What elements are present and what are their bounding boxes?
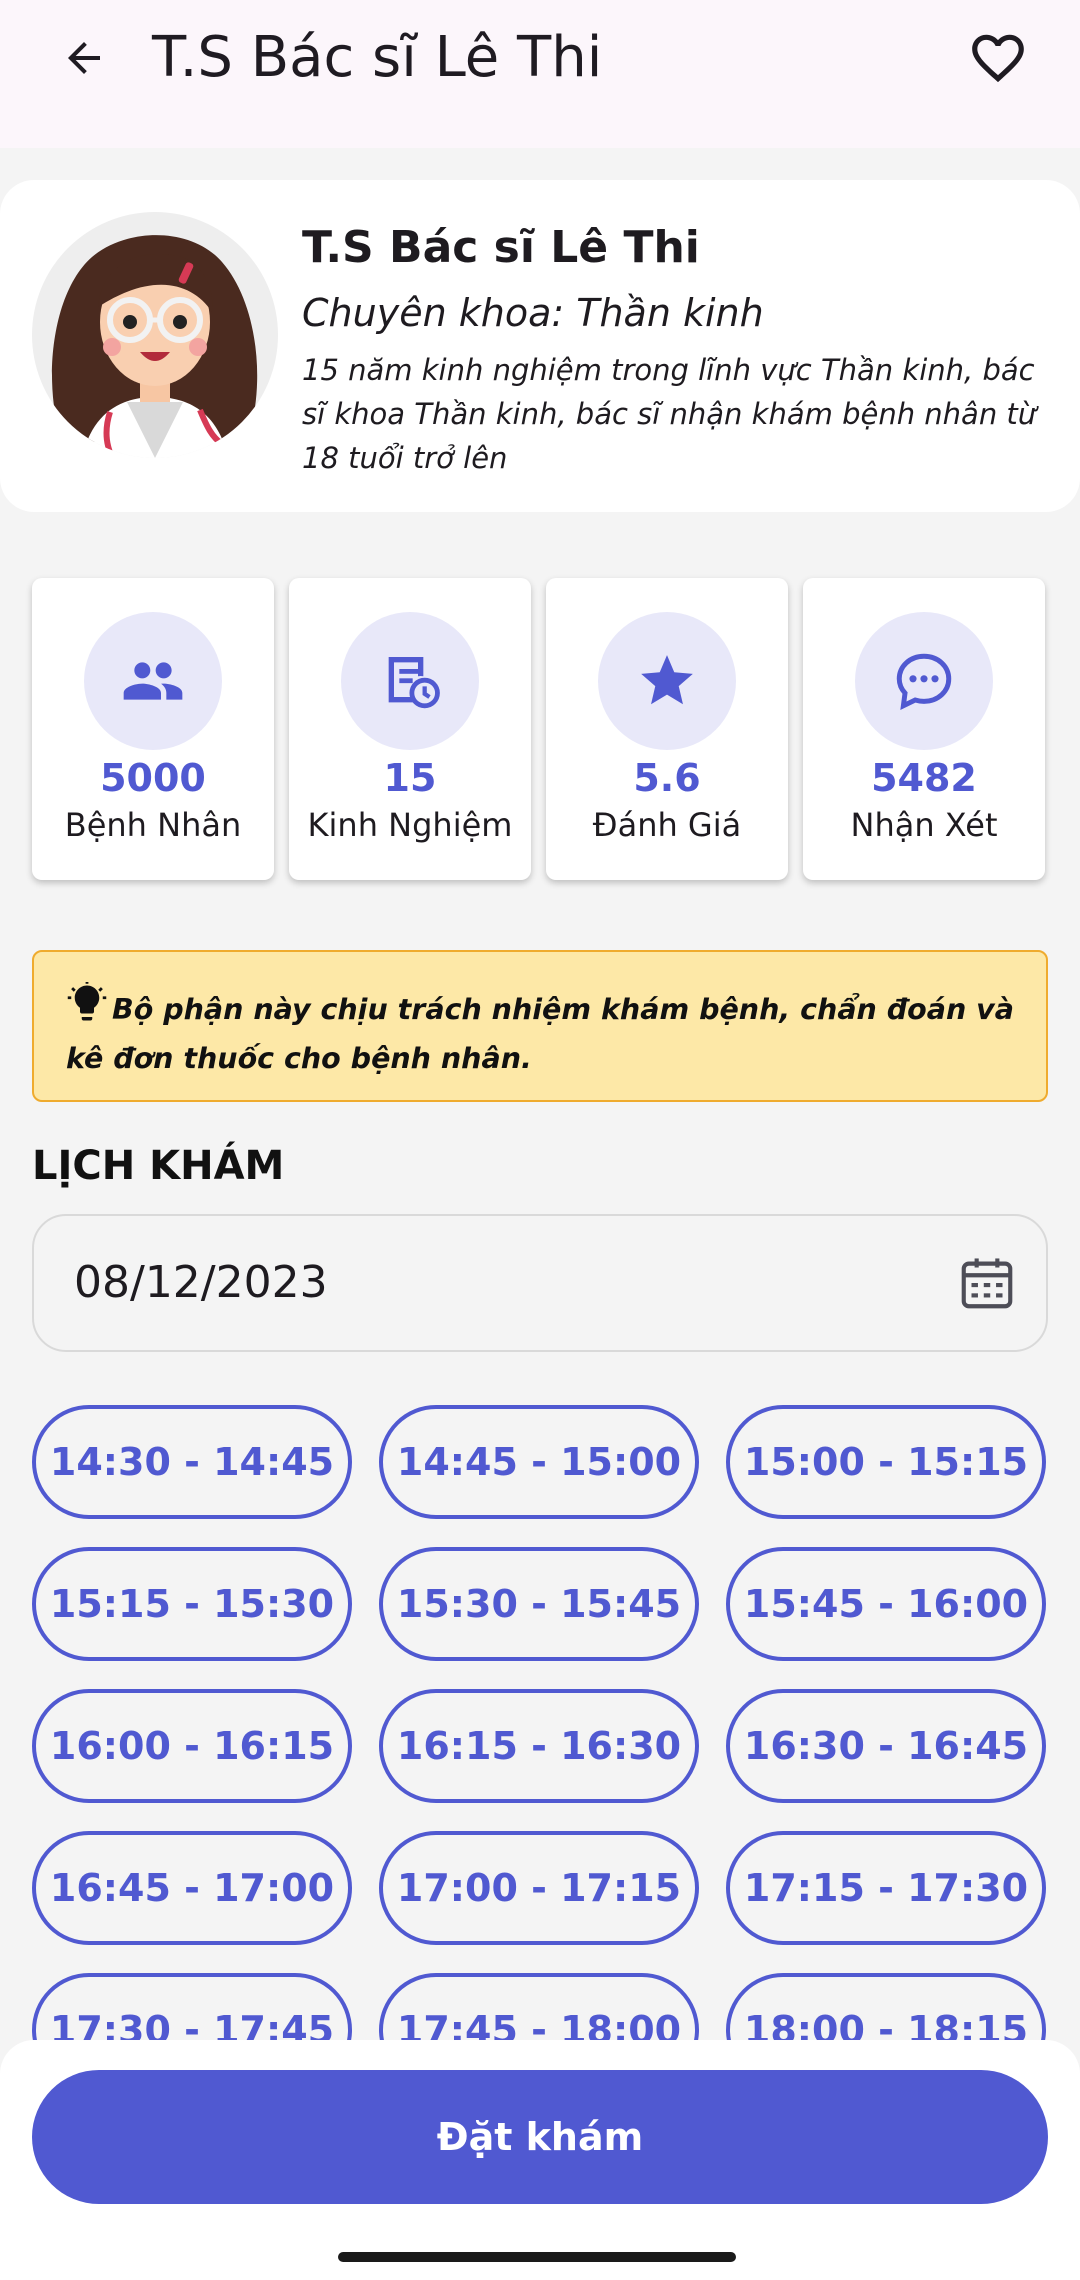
time-slot[interactable]: 15:15 - 15:30 xyxy=(32,1547,352,1661)
stat-card-experience: 15 Kinh Nghiệm xyxy=(289,578,531,880)
time-slot[interactable]: 17:00 - 17:15 xyxy=(379,1831,699,1945)
time-slot-grid: 14:30 - 14:45 14:45 - 15:00 15:00 - 15:1… xyxy=(0,1400,1080,2040)
lightbulb-icon xyxy=(66,982,108,1037)
info-note: Bộ phận này chịu trách nhiệm khám bệnh, … xyxy=(32,950,1048,1102)
arrow-left-icon xyxy=(68,42,100,74)
stat-value: 5000 xyxy=(100,756,206,800)
chat-icon xyxy=(896,653,952,710)
stat-value: 5.6 xyxy=(633,756,701,800)
time-slot[interactable]: 15:00 - 15:15 xyxy=(726,1405,1046,1519)
time-slot[interactable]: 18:00 - 18:15 xyxy=(726,1973,1046,2040)
stat-card-rating: 5.6 Đánh Giá xyxy=(546,578,788,880)
calendar-icon[interactable] xyxy=(956,1252,1018,1314)
doctor-description: 15 năm kinh nghiệm trong lĩnh vực Thần k… xyxy=(302,353,1037,475)
time-slot[interactable]: 16:00 - 16:15 xyxy=(32,1689,352,1803)
stat-label: Kinh Nghiệm xyxy=(307,806,513,844)
app-bar: T.S Bác sĩ Lê Thi xyxy=(0,0,1080,148)
heart-icon xyxy=(972,34,1024,83)
schedule-title: LỊCH KHÁM xyxy=(32,1143,285,1189)
page-title: T.S Bác sĩ Lê Thi xyxy=(152,25,603,90)
stat-label: Bệnh Nhân xyxy=(64,806,242,844)
stat-label: Đánh Giá xyxy=(592,806,742,844)
time-slot[interactable]: 16:15 - 16:30 xyxy=(379,1689,699,1803)
back-button[interactable] xyxy=(48,22,120,94)
experience-icon xyxy=(388,657,440,709)
doctor-info-card: T.S Bác sĩ Lê Thi Chuyên khoa: Thần kinh… xyxy=(0,180,1080,512)
people-icon xyxy=(123,662,183,700)
time-slot[interactable]: 16:45 - 17:00 xyxy=(32,1831,352,1945)
stat-card-patients: 5000 Bệnh Nhân xyxy=(32,578,274,880)
time-slot[interactable]: 17:15 - 17:30 xyxy=(726,1831,1046,1945)
time-slot[interactable]: 14:30 - 14:45 xyxy=(32,1405,352,1519)
note-text: Bộ phận này chịu trách nhiệm khám bệnh, … xyxy=(66,993,1014,1075)
stat-label: Nhận Xét xyxy=(850,806,998,844)
doctor-name: T.S Bác sĩ Lê Thi xyxy=(302,222,700,273)
time-slot[interactable]: 14:45 - 15:00 xyxy=(379,1405,699,1519)
favorite-button[interactable] xyxy=(960,22,1036,94)
time-slot[interactable]: 15:30 - 15:45 xyxy=(379,1547,699,1661)
star-icon xyxy=(641,655,693,705)
stat-card-reviews: 5482 Nhận Xét xyxy=(803,578,1045,880)
time-slot[interactable]: 16:30 - 16:45 xyxy=(726,1689,1046,1803)
book-appointment-button[interactable]: Đặt khám xyxy=(32,2070,1048,2204)
date-picker-field[interactable]: 08/12/2023 xyxy=(32,1214,1048,1352)
time-slot[interactable]: 17:30 - 17:45 xyxy=(32,1973,352,2040)
doctor-avatar xyxy=(32,212,278,458)
stat-value: 5482 xyxy=(871,756,977,800)
date-value: 08/12/2023 xyxy=(74,1257,328,1308)
time-slot[interactable]: 17:45 - 18:00 xyxy=(379,1973,699,2040)
stat-value: 15 xyxy=(383,756,437,800)
doctor-specialty: Chuyên khoa: Thần kinh xyxy=(302,291,764,335)
time-slot[interactable]: 15:45 - 16:00 xyxy=(726,1547,1046,1661)
home-indicator xyxy=(338,2252,736,2262)
bottom-action-bar: Đặt khám xyxy=(0,2040,1080,2280)
